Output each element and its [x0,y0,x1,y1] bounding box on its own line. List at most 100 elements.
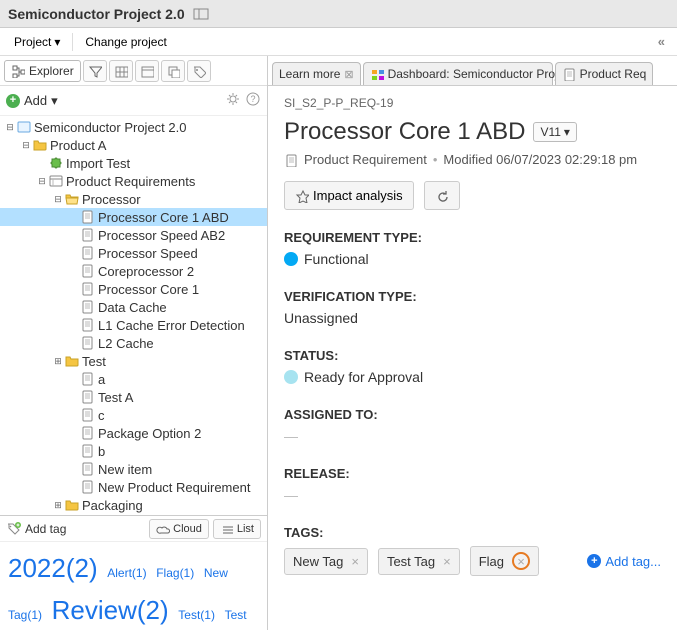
empty-value: — [284,428,661,444]
tree-item[interactable]: L2 Cache [0,334,267,352]
tree-item[interactable]: Coreprocessor 2 [0,262,267,280]
remove-tag-icon[interactable]: × [443,554,451,569]
expand-icon[interactable]: ⊞ [52,356,64,367]
editor-tab[interactable]: Dashboard: Semiconductor Project...⊠ [363,62,553,85]
tag-chip[interactable]: Flag× [470,546,539,576]
plus-icon: + [587,554,601,568]
collapse-left-icon[interactable]: « [652,32,671,51]
add-tag-icon[interactable]: Add tag [6,521,66,537]
tree-item-label: New item [98,462,152,477]
add-tag-link[interactable]: +Add tag... [587,554,661,569]
tree-item[interactable]: Data Cache [0,298,267,316]
tag-cloud-item[interactable]: 2022(2) [8,553,98,583]
tree-item-label: L2 Cache [98,336,154,351]
tree-item[interactable]: c [0,406,267,424]
tree-item[interactable]: ⊞Packaging [0,496,267,514]
help-icon[interactable] [245,91,261,110]
tag-chip[interactable]: Test Tag× [378,548,460,575]
editor-tab[interactable]: Learn more⊠ [272,62,361,85]
tree-item[interactable]: Processor Speed AB2 [0,226,267,244]
tag-panel: Add tag Cloud List 2022(2) Alert(1) Flag… [0,515,267,630]
doc-icon [80,299,96,315]
list-view-button[interactable]: List [213,519,261,539]
refresh-button[interactable] [424,181,460,210]
doc-icon [80,209,96,225]
tag-chip[interactable]: New Tag× [284,548,368,575]
tree-item[interactable]: New item [0,460,267,478]
doc-icon [80,317,96,333]
tag-cloud-item[interactable]: Test(1) [178,608,215,622]
doc-icon [80,461,96,477]
editor-tab[interactable]: Product Req [555,62,654,85]
doc-icon [80,245,96,261]
tree-item[interactable]: Test A [0,388,267,406]
change-project-button[interactable]: Change project [77,32,174,52]
tree-item-label: Import Test [66,156,130,171]
tree-item[interactable]: Processor Core 1 [0,280,267,298]
tree-item-label: Processor Core 1 [98,282,199,297]
tree-item-label: Coreprocessor 2 [98,264,194,279]
tree-item-label: Test A [98,390,133,405]
expand-icon[interactable]: ⊞ [52,500,64,511]
tree-item[interactable]: b [0,442,267,460]
tree-item[interactable]: ⊟ Product Requirements [0,172,267,190]
app-title: Semiconductor Project 2.0 [8,6,185,22]
tree-item-label: b [98,444,105,459]
field-label: VERIFICATION TYPE: [284,289,661,304]
project-tree[interactable]: ⊟Semiconductor Project 2.0⊟Product A Impo… [0,116,267,515]
tree-item[interactable]: ⊞Test [0,352,267,370]
plus-icon: + [6,94,20,108]
tree-item-label: Processor Speed [98,246,198,261]
field-label: ASSIGNED TO: [284,407,661,422]
duplicate-icon[interactable] [161,60,185,82]
tree-item[interactable]: ⊟Processor [0,190,267,208]
doc-icon [80,227,96,243]
gear-icon[interactable] [225,91,241,110]
grid-icon[interactable] [109,60,133,82]
version-selector[interactable]: V11▾ [533,122,577,142]
add-row: + Add ▾ [0,86,267,116]
collapse-icon[interactable]: ⊟ [52,194,64,205]
tree-item[interactable]: Package Option 2 [0,424,267,442]
tag-icon[interactable] [187,60,211,82]
collapse-icon[interactable]: ⊟ [36,176,48,187]
remove-tag-icon[interactable]: × [351,554,359,569]
add-button[interactable]: + Add ▾ [6,93,58,109]
tree-item[interactable]: ⊟Semiconductor Project 2.0 [0,118,267,136]
doc-icon [80,335,96,351]
tree-item-label: Product Requirements [66,174,195,189]
project-menu[interactable]: Project▾ [6,32,68,52]
status-dot-icon [284,252,298,266]
cloud-view-button[interactable]: Cloud [149,519,209,539]
explorer-tab[interactable]: Explorer [4,60,81,82]
tree-item-label: New Product Requirement [98,480,250,495]
tree-item[interactable]: a [0,370,267,388]
impact-analysis-button[interactable]: Impact analysis [284,181,414,210]
right-panel: Learn more⊠Dashboard: Semiconductor Proj… [268,56,677,630]
tree-item[interactable]: Processor Speed [0,244,267,262]
collapse-icon[interactable]: ⊟ [20,140,32,151]
tree-item-label: a [98,372,105,387]
tag-cloud-item[interactable]: Review(2) [52,595,169,625]
tag-cloud-item[interactable]: Alert(1) [107,566,146,580]
collapse-icon[interactable]: ⊟ [4,122,16,133]
field-label: REQUIREMENT TYPE: [284,230,661,245]
tree-item[interactable]: L1 Cache Error Detection [0,316,267,334]
field-label: RELEASE: [284,466,661,481]
remove-tag-icon[interactable]: × [512,552,530,570]
proj-icon [16,119,32,135]
project-toolbar: Project▾ Change project « [0,28,677,56]
panel-layout-icon[interactable] [193,6,209,22]
tree-item[interactable]: Processor Core 1 ABD [0,208,267,226]
tree-item[interactable]: ⊟Product A [0,136,267,154]
folder-icon [64,497,80,513]
window-icon[interactable] [135,60,159,82]
close-tab-icon[interactable]: ⊠ [344,68,353,81]
tree-item[interactable]: Import Test [0,154,267,172]
document-content: SI_S2_P-P_REQ-19 Processor Core 1 ABD V1… [268,86,677,630]
filter-icon[interactable] [83,60,107,82]
tree-item[interactable]: New Product Requirement [0,478,267,496]
editor-tabs: Learn more⊠Dashboard: Semiconductor Proj… [268,56,677,86]
doc-icon [80,407,96,423]
tag-cloud-item[interactable]: Flag(1) [156,566,194,580]
